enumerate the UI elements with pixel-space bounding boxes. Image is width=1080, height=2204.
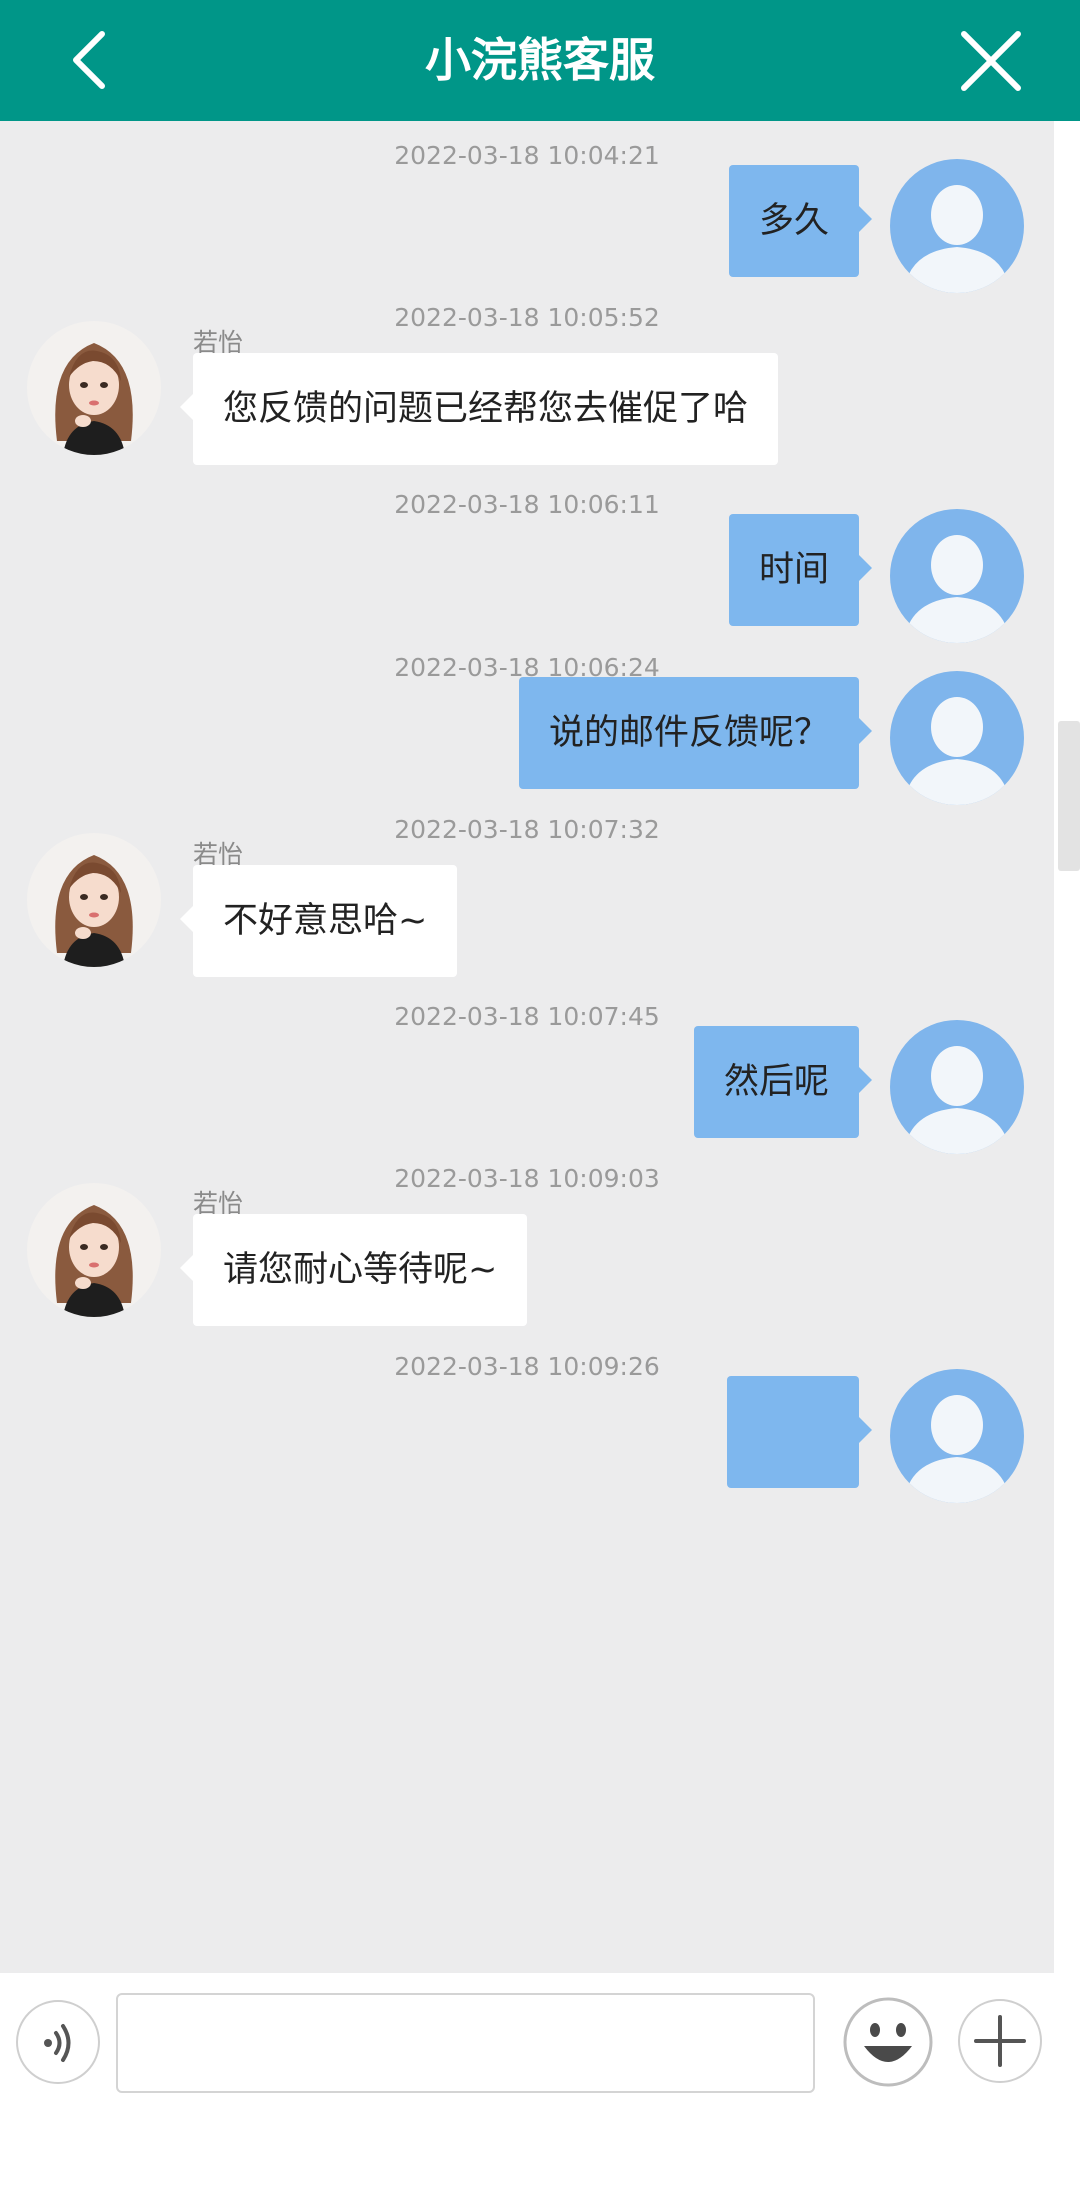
header-bar: 小浣熊客服 xyxy=(0,0,1080,121)
outgoing-message-bubble[interactable]: 多久 xyxy=(728,165,873,277)
user-avatar[interactable] xyxy=(890,671,1024,805)
user-avatar[interactable] xyxy=(890,159,1024,293)
user-avatar[interactable] xyxy=(890,1369,1024,1503)
agent-avatar[interactable] xyxy=(27,321,161,455)
outgoing-message-bubble[interactable]: 然后呢 xyxy=(693,1026,873,1138)
more-options-button[interactable] xyxy=(958,1999,1042,2083)
voice-button[interactable] xyxy=(16,2000,100,2084)
agent-avatar[interactable] xyxy=(27,1183,161,1317)
chat-message-list[interactable]: 2022-03-18 10:04:21 多久 2022-03-18 10:05:52… xyxy=(0,121,1054,1973)
input-bar xyxy=(0,1973,1080,2204)
user-avatar-icon xyxy=(890,1369,1024,1503)
incoming-message-bubble[interactable]: 请您耐心等待呢~ xyxy=(179,1214,528,1326)
message-timestamp: 2022-03-18 10:05:52 xyxy=(394,303,660,332)
user-avatar[interactable] xyxy=(890,509,1024,643)
message-timestamp: 2022-03-18 10:06:11 xyxy=(394,490,660,519)
scrollbar[interactable] xyxy=(1054,121,1080,1973)
close-icon xyxy=(961,31,1021,91)
message-timestamp: 2022-03-18 10:07:45 xyxy=(394,1002,660,1031)
agent-avatar-icon xyxy=(27,1183,161,1317)
user-avatar-icon xyxy=(890,509,1024,643)
plus-icon xyxy=(974,2015,1026,2067)
message-timestamp: 2022-03-18 10:09:26 xyxy=(394,1352,660,1381)
agent-avatar-icon xyxy=(27,321,161,455)
message-timestamp: 2022-03-18 10:09:03 xyxy=(394,1164,660,1193)
outgoing-message-bubble[interactable] xyxy=(727,1376,872,1488)
voice-icon xyxy=(44,2024,71,2062)
agent-avatar-icon xyxy=(27,833,161,967)
outgoing-message-bubble[interactable]: 时间 xyxy=(728,514,873,626)
incoming-message-bubble[interactable]: 不好意思哈~ xyxy=(179,865,458,977)
scrollbar-thumb[interactable] xyxy=(1058,721,1080,871)
close-button[interactable] xyxy=(958,28,1024,94)
outgoing-message-bubble[interactable]: 说的邮件反馈呢？ xyxy=(518,677,873,789)
message-input[interactable] xyxy=(116,1993,815,2093)
emoji-icon xyxy=(843,1997,933,2087)
user-avatar-icon xyxy=(890,1020,1024,1154)
user-avatar[interactable] xyxy=(890,1020,1024,1154)
page-title: 小浣熊客服 xyxy=(425,33,655,87)
message-timestamp: 2022-03-18 10:04:21 xyxy=(394,141,660,170)
incoming-message-bubble[interactable]: 您反馈的问题已经帮您去催促了哈 xyxy=(179,353,779,465)
user-avatar-icon xyxy=(890,159,1024,293)
user-avatar-icon xyxy=(890,671,1024,805)
emoji-button[interactable] xyxy=(842,1996,934,2088)
agent-avatar[interactable] xyxy=(27,833,161,967)
message-timestamp: 2022-03-18 10:07:32 xyxy=(394,815,660,844)
